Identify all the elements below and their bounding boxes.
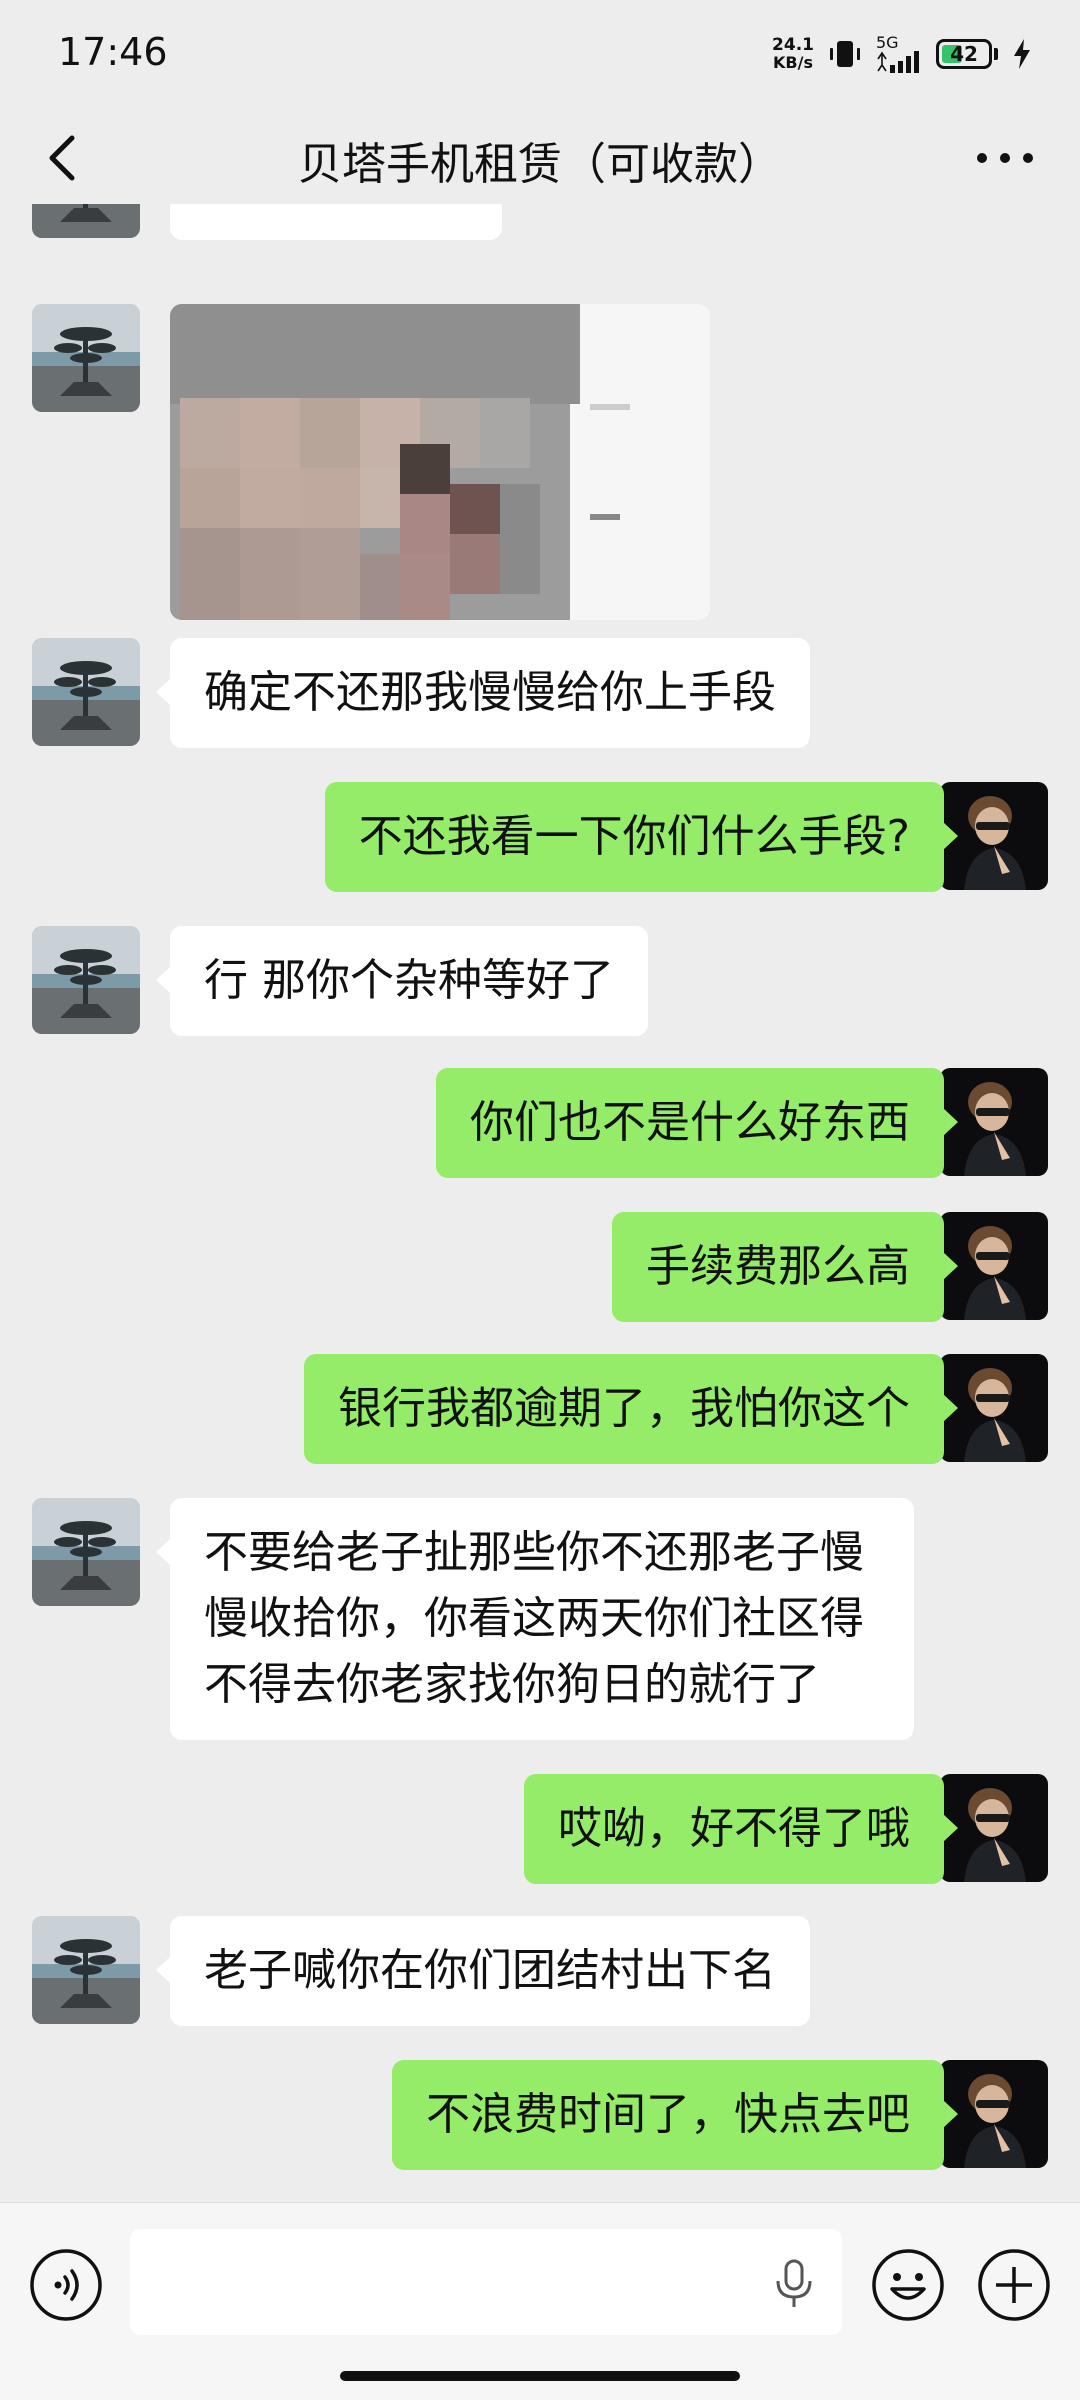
image-message[interactable] <box>170 304 710 620</box>
chat-messages[interactable]: 确定不还是吧 <box>0 204 1080 2202</box>
battery-cap <box>994 48 998 60</box>
message-bubble-sent[interactable]: 不浪费时间了，快点去吧 <box>392 2060 958 2170</box>
chat-title: 贝塔手机租赁（可收款） <box>298 139 782 190</box>
voice-icon[interactable] <box>28 2247 104 2323</box>
message-bubble-sent[interactable]: 手续费那么高 <box>612 1212 958 1322</box>
message-bubble-sent[interactable]: 银行我都逾期了，我怕你这个 <box>304 1354 958 1464</box>
contact-avatar[interactable] <box>32 926 140 1034</box>
plus-icon[interactable] <box>976 2247 1052 2323</box>
message-bubble-received[interactable]: 行 那你个杂种等好了 <box>156 926 648 1036</box>
cellular-signal: 5G <box>876 35 922 73</box>
message-bubble-received[interactable]: 确定不还那我慢慢给你上手段 <box>156 638 810 748</box>
network-speed-value: 24.1 <box>772 35 814 55</box>
status-bar: 17:46 24.1 KB/s 5G 42 <box>0 0 1080 112</box>
message-input[interactable] <box>130 2229 842 2335</box>
emoji-icon[interactable] <box>870 2247 946 2323</box>
contact-avatar[interactable] <box>32 1498 140 1606</box>
contact-avatar[interactable] <box>32 204 140 238</box>
message-bubble-sent[interactable]: 你们也不是什么好东西 <box>436 1068 958 1178</box>
message-bubble-sent[interactable]: 哎呦，好不得了哦 <box>524 1774 958 1884</box>
more-dots-icon[interactable] <box>970 130 1040 186</box>
nav-bar: 贝塔手机租赁（可收款） <box>0 112 1080 204</box>
battery-level: 42 <box>950 42 978 66</box>
mic-icon[interactable] <box>772 2259 816 2309</box>
contact-avatar[interactable] <box>32 304 140 412</box>
network-speed: 24.1 KB/s <box>772 36 814 72</box>
message-bubble-sent[interactable]: 不还我看一下你们什么手段? <box>324 782 959 892</box>
signal-bars-icon <box>877 51 919 73</box>
message-bubble-received[interactable]: 不要给老子扯那些你不还那老子慢慢收拾你，你看这两天你们社区得不得去你老家找你狗日… <box>156 1498 914 1740</box>
message-bubble-received[interactable]: 确定不还是吧 <box>170 204 502 240</box>
network-speed-unit: KB/s <box>773 53 813 72</box>
home-indicator[interactable] <box>340 2371 740 2381</box>
contact-avatar[interactable] <box>32 638 140 746</box>
vibrate-icon <box>830 41 860 67</box>
contact-avatar[interactable] <box>32 1916 140 2024</box>
charging-icon <box>1014 39 1030 69</box>
battery-indicator: 42 <box>936 39 992 69</box>
message-bubble-received[interactable]: 老子喊你在你们团结村出下名 <box>156 1916 810 2026</box>
network-type: 5G <box>876 33 899 52</box>
status-time: 17:46 <box>58 30 168 74</box>
status-icons: 24.1 KB/s 5G 42 <box>772 30 1032 78</box>
